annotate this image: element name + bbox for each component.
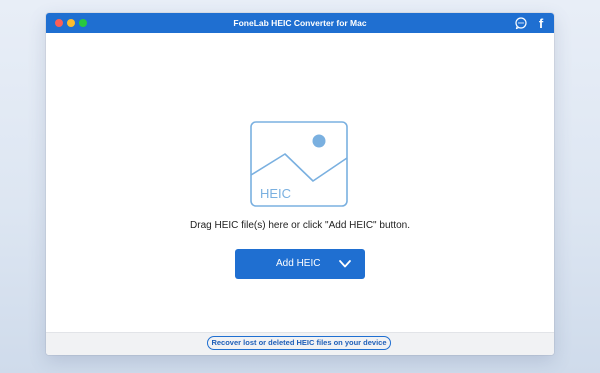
title-bar: FoneLab HEIC Converter for Mac f [46, 13, 554, 33]
chat-icon[interactable] [514, 16, 528, 30]
window-title: FoneLab HEIC Converter for Mac [233, 18, 367, 28]
app-window: FoneLab HEIC Converter for Mac f HEIC Dr… [46, 13, 554, 355]
drag-instruction: Drag HEIC file(s) here or click "Add HEI… [190, 220, 410, 231]
drop-zone[interactable]: HEIC Drag HEIC file(s) here or click "Ad… [46, 33, 554, 344]
svg-text:f: f [539, 16, 544, 30]
facebook-icon[interactable]: f [534, 16, 548, 30]
recover-files-link[interactable]: Recover lost or deleted HEIC files on yo… [207, 336, 391, 350]
heic-image-icon: HEIC [250, 121, 348, 207]
footer-bar: Recover lost or deleted HEIC files on yo… [46, 332, 554, 355]
heic-graphic-label: HEIC [260, 186, 291, 201]
add-heic-button[interactable]: Add HEIC [235, 249, 365, 279]
chevron-down-icon[interactable] [338, 259, 352, 269]
add-heic-label: Add HEIC [276, 258, 321, 269]
